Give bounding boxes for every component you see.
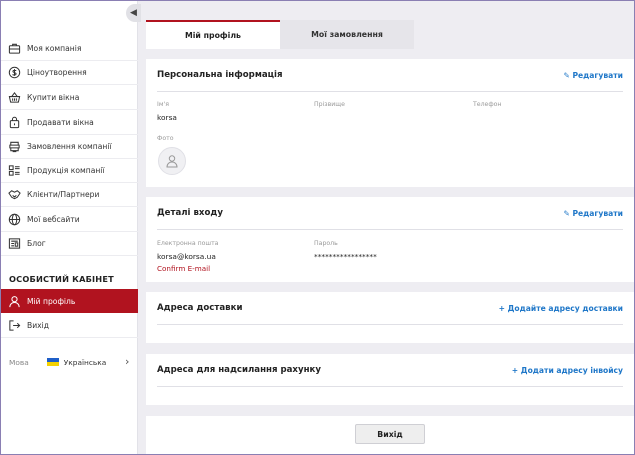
delivery-address-card: Адреса доставки + Додайте адресу доставк… — [146, 292, 634, 343]
sidebar-item-sell-windows[interactable]: Продавати вікна — [1, 111, 138, 135]
logout-card: Вихід — [146, 416, 634, 454]
sidebar-item-label: Продавати вікна — [27, 118, 94, 127]
password-value: ***************** — [314, 252, 377, 261]
edit-label: Редагувати — [572, 71, 623, 80]
confirm-email-link[interactable]: Confirm E-mail — [157, 264, 210, 273]
ukraine-flag-icon — [46, 358, 59, 366]
sidebar-item-label: Ціноутворення — [27, 68, 87, 77]
list-icon — [7, 164, 21, 178]
divider — [157, 91, 623, 92]
logout-button[interactable]: Вихід — [355, 424, 425, 444]
add-invoice-address-link[interactable]: + Додати адресу інвойсу — [512, 366, 623, 375]
sidebar-item-company-orders[interactable]: Замовлення компанії — [1, 135, 138, 159]
edit-label: Редагувати — [572, 209, 623, 218]
chevron-left-icon: ◀ — [130, 8, 137, 18]
login-details-title: Деталі входу — [157, 208, 223, 218]
company-icon — [7, 42, 21, 56]
photo-label: Фото — [157, 135, 174, 142]
sidebar-item-label: Замовлення компанії — [27, 142, 112, 151]
handshake-icon — [7, 188, 21, 202]
cabinet-heading: ОСОБИСТИЙ КАБІНЕТ — [9, 274, 114, 284]
sidebar-item-label: Блог — [27, 239, 46, 248]
lock-bag-icon — [7, 116, 21, 130]
sidebar-item-clients-partners[interactable]: Клієнти/Партнери — [1, 183, 138, 207]
sidebar-item-blog[interactable]: Блог — [1, 232, 138, 256]
divider — [157, 324, 623, 325]
sidebar-item-label: Продукція компанії — [27, 166, 105, 175]
edit-login-button[interactable]: ✎ Редагувати — [563, 209, 623, 218]
language-label: Мова — [9, 357, 29, 367]
sidebar-item-pricing[interactable]: Ціноутворення — [1, 61, 138, 85]
phone-label: Телефон — [473, 101, 502, 108]
sidebar-item-label: Клієнти/Партнери — [27, 190, 100, 199]
first-name-label: Ім'я — [157, 101, 169, 108]
first-name-value: korsa — [157, 113, 177, 122]
sidebar-item-label: Мій профіль — [27, 296, 76, 306]
user-placeholder-icon — [166, 155, 178, 168]
sidebar-item-my-profile[interactable]: Мій профіль — [1, 289, 138, 313]
divider — [157, 386, 623, 387]
logout-icon — [7, 319, 21, 333]
language-selector[interactable]: Мова Українська › — [1, 351, 138, 373]
tab-my-orders[interactable]: Мої замовлення — [280, 20, 414, 49]
globe-icon — [7, 213, 21, 227]
personal-info-title: Персональна інформація — [157, 70, 283, 80]
language-value: Українська — [63, 357, 107, 367]
chevron-right-icon: › — [125, 355, 130, 368]
delivery-address-title: Адреса доставки — [157, 303, 243, 313]
sidebar-item-label: Мої вебсайти — [27, 215, 80, 224]
profile-tabs: Мій профіль Мої замовлення — [146, 20, 414, 49]
last-name-label: Прізвище — [314, 101, 345, 108]
edit-personal-button[interactable]: ✎ Редагувати — [563, 71, 623, 80]
user-icon — [7, 294, 21, 308]
sidebar: Моя компанія Ціноутворення Купити вікна … — [1, 1, 138, 454]
sidebar-item-buy-windows[interactable]: Купити вікна — [1, 86, 138, 110]
email-value: korsa@korsa.ua — [157, 252, 216, 261]
invoice-address-title: Адреса для надсилання рахунку — [157, 365, 321, 375]
newspaper-icon — [7, 237, 21, 251]
login-details-card: Деталі входу ✎ Редагувати Електронна пош… — [146, 197, 634, 282]
invoice-address-card: Адреса для надсилання рахунку + Додати а… — [146, 354, 634, 405]
basket-icon — [7, 91, 21, 105]
sidebar-item-my-company[interactable]: Моя компанія — [1, 37, 138, 61]
sidebar-item-label: Моя компанія — [27, 44, 82, 53]
dollar-icon — [7, 66, 21, 80]
divider — [157, 229, 623, 230]
sidebar-item-label: Купити вікна — [27, 93, 80, 102]
avatar[interactable] — [158, 147, 186, 175]
stack-icon — [7, 140, 21, 154]
email-label: Електронна пошта — [157, 240, 219, 247]
sidebar-item-company-products[interactable]: Продукція компанії — [1, 159, 138, 183]
tab-my-profile[interactable]: Мій профіль — [146, 20, 280, 49]
add-delivery-address-link[interactable]: + Додайте адресу доставки — [499, 304, 623, 313]
sidebar-collapse-button[interactable]: ◀ — [126, 4, 141, 22]
password-label: Пароль — [314, 240, 338, 247]
sidebar-item-my-websites[interactable]: Мої вебсайти — [1, 208, 138, 232]
sidebar-item-label: Вихід — [27, 321, 49, 330]
personal-info-card: Персональна інформація ✎ Редагувати Ім'я… — [146, 59, 634, 187]
sidebar-item-logout[interactable]: Вихід — [1, 314, 138, 338]
